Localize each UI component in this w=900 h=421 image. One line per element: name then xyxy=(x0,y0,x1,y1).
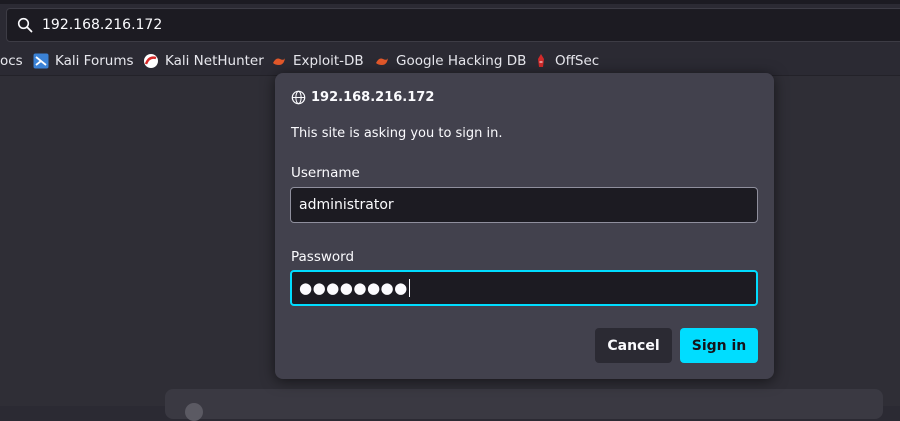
address-bar-url[interactable]: 192.168.216.172 xyxy=(42,17,162,33)
bookmarks-toolbar: ocs Kali Forums Kali NetHunter Exploit-D… xyxy=(0,48,900,76)
auth-dialog: 192.168.216.172 This site is asking you … xyxy=(275,73,774,379)
bookmark-docs[interactable]: ocs xyxy=(0,53,23,69)
bookmark-label: OffSec xyxy=(555,53,600,69)
exploit-db-icon xyxy=(273,58,285,65)
dialog-message: This site is asking you to sign in. xyxy=(291,126,503,141)
username-value: administrator xyxy=(299,197,394,213)
address-bar[interactable]: 192.168.216.172 xyxy=(6,8,900,42)
browser-toolbar: 192.168.216.172 xyxy=(0,0,900,48)
password-field[interactable]: ●●●●●●●● xyxy=(290,270,758,306)
globe-icon xyxy=(291,90,306,105)
dialog-host-label: 192.168.216.172 xyxy=(311,90,435,105)
search-icon xyxy=(17,17,33,33)
cancel-button[interactable]: Cancel xyxy=(595,328,672,363)
tab-strip-edge xyxy=(0,0,900,4)
bookmark-kali-forums[interactable]: Kali Forums xyxy=(33,53,134,69)
offsec-icon xyxy=(538,54,544,67)
bookmark-label: Google Hacking DB xyxy=(396,53,527,69)
bookmark-offsec[interactable]: OffSec xyxy=(533,53,599,69)
username-field[interactable]: administrator xyxy=(290,187,758,223)
sign-in-button[interactable]: Sign in xyxy=(680,328,758,363)
bookmark-google-hacking-db[interactable]: Google Hacking DB xyxy=(374,53,526,69)
bookmark-label: Kali NetHunter xyxy=(165,53,264,69)
bookmark-label: Kali Forums xyxy=(55,53,134,69)
password-value: ●●●●●●●● xyxy=(299,279,408,297)
bookmark-kali-nethunter[interactable]: Kali NetHunter xyxy=(143,53,264,69)
kali-forums-icon xyxy=(33,53,49,69)
bookmark-label: Exploit-DB xyxy=(293,53,364,69)
background-card xyxy=(165,389,883,419)
kali-nethunter-icon xyxy=(144,54,158,68)
password-label: Password xyxy=(291,249,355,265)
bookmark-label: ocs xyxy=(0,53,23,69)
username-label: Username xyxy=(291,165,360,181)
dialog-host: 192.168.216.172 xyxy=(291,90,434,105)
text-caret xyxy=(408,279,410,297)
ghdb-icon xyxy=(376,58,388,65)
bookmark-exploit-db[interactable]: Exploit-DB xyxy=(271,53,364,69)
